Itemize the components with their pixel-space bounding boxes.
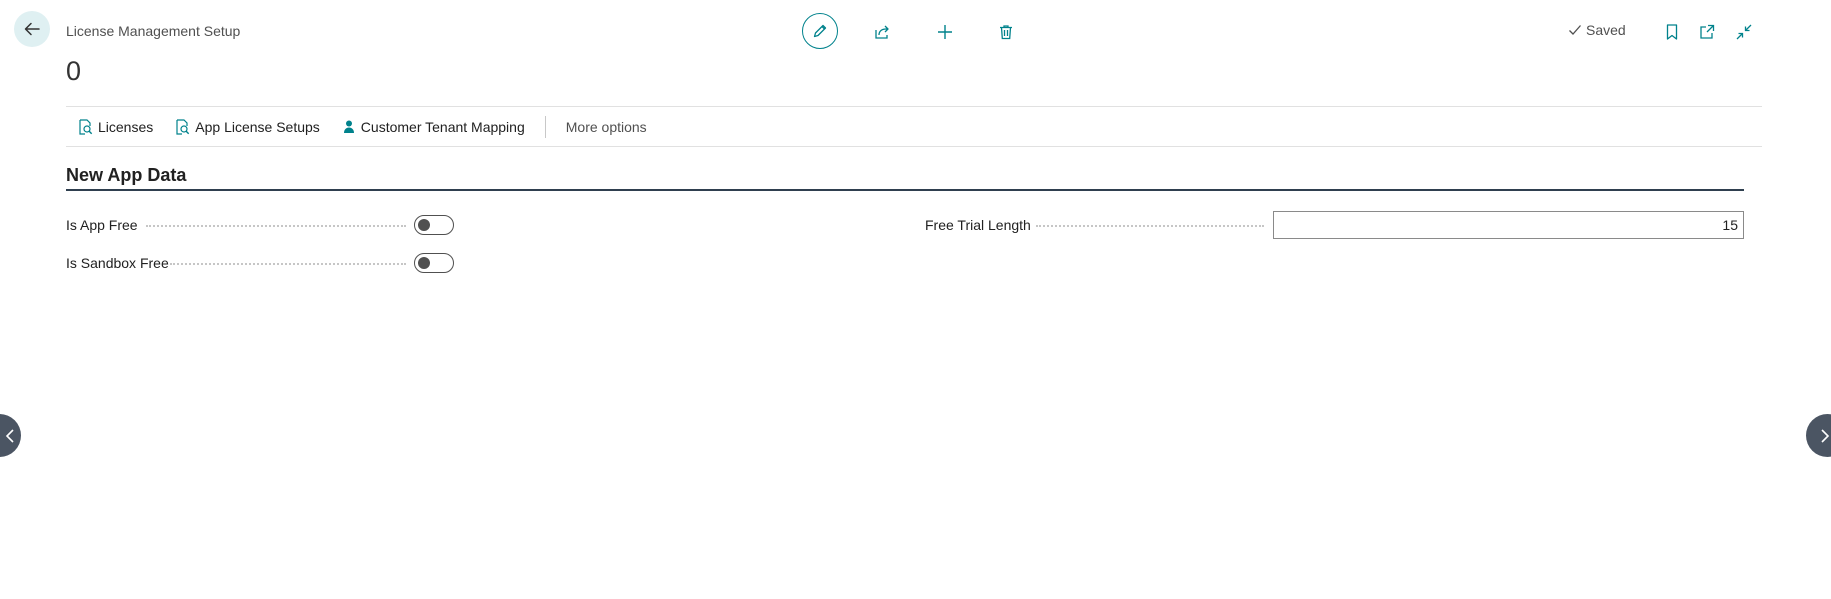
action-licenses[interactable]: Licenses [78, 119, 153, 135]
action-label: Customer Tenant Mapping [360, 118, 525, 135]
checkmark-icon [1568, 23, 1582, 37]
collapse-button[interactable] [1730, 18, 1758, 46]
field-leader-dots [146, 225, 406, 227]
field-leader-dots [1036, 225, 1264, 227]
chevron-left-icon [5, 428, 15, 443]
edit-button[interactable] [802, 13, 838, 49]
search-document-icon [175, 118, 190, 135]
pencil-icon [812, 23, 828, 39]
toggle-knob [418, 219, 430, 231]
is-app-free-label: Is App Free [66, 217, 138, 233]
bookmark-button[interactable] [1658, 18, 1686, 46]
save-status: Saved [1568, 22, 1626, 38]
section-divider [66, 189, 1744, 191]
new-button[interactable] [931, 18, 959, 46]
action-app-license-setups[interactable]: App License Setups [175, 119, 320, 135]
record-title: 0 [66, 56, 82, 86]
action-separator [544, 115, 546, 138]
bookmark-icon [1664, 23, 1680, 41]
back-arrow-icon [23, 20, 41, 38]
trash-icon [997, 23, 1015, 41]
search-document-icon [78, 118, 93, 135]
toggle-knob [418, 257, 430, 269]
collapse-icon [1735, 23, 1753, 41]
free-trial-length-label: Free Trial Length [925, 217, 1031, 233]
back-button[interactable] [14, 11, 50, 47]
more-options-button[interactable]: More options [566, 119, 647, 135]
action-label: Licenses [98, 118, 154, 135]
open-new-window-button[interactable] [1693, 18, 1721, 46]
save-status-text: Saved [1586, 22, 1626, 38]
chevron-right-icon [1820, 428, 1830, 443]
person-icon [342, 119, 356, 135]
action-label: App License Setups [195, 118, 320, 135]
free-trial-length-input[interactable]: 15 [1273, 211, 1744, 239]
section-title[interactable]: New App Data [66, 165, 186, 186]
plus-icon [936, 23, 954, 41]
open-in-new-window-icon [1698, 23, 1716, 41]
is-sandbox-free-toggle[interactable] [414, 253, 454, 273]
is-sandbox-free-label: Is Sandbox Free [66, 255, 169, 271]
field-leader-dots [170, 263, 406, 265]
is-app-free-toggle[interactable] [414, 215, 454, 235]
previous-record-button[interactable] [0, 414, 21, 457]
next-record-button[interactable] [1806, 414, 1831, 457]
action-customer-tenant-mapping[interactable]: Customer Tenant Mapping [342, 119, 525, 135]
page-caption: License Management Setup [66, 23, 241, 39]
delete-button[interactable] [992, 18, 1020, 46]
share-button[interactable] [868, 18, 896, 46]
action-bar: Licenses App License Setups Customer Ten… [66, 106, 1762, 147]
share-icon [873, 23, 891, 41]
